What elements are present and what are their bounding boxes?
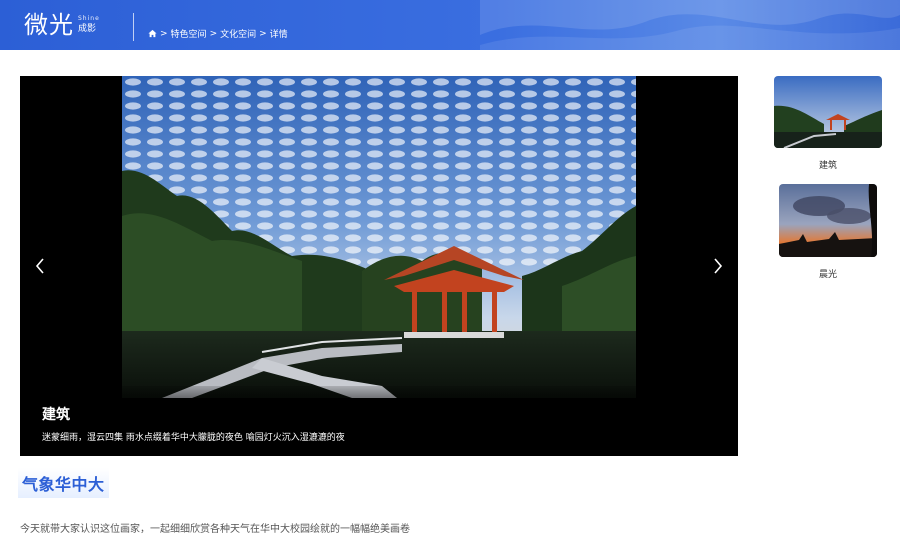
breadcrumb-item-featured-space[interactable]: 特色空间	[171, 27, 207, 40]
site-header: 微光 Shine 成影 > 特色空间 > 文化空间 > 详情	[0, 0, 900, 50]
slide-description: 迷蒙细雨，湿云四集 雨水点缀着华中大朦胧的夜色 喻园灯火沉入湿漉漉的夜	[42, 433, 345, 443]
section-intro: 今天就带大家认识这位画家，一起细细欣赏各种天气在华中大校园绘就的一幅幅绝美画卷	[20, 524, 410, 535]
slide-photo-architecture	[122, 76, 636, 398]
breadcrumb-item-culture-space[interactable]: 文化空间	[220, 27, 256, 40]
header-wave-decoration	[480, 0, 900, 50]
breadcrumb: > 特色空间 > 文化空间 > 详情	[148, 27, 288, 40]
thumbnail-architecture[interactable]	[774, 76, 882, 148]
logo-side: Shine 成影	[78, 16, 100, 34]
breadcrumb-separator: >	[160, 28, 168, 39]
thumbnail-morning-light[interactable]	[779, 184, 877, 257]
header-divider	[133, 13, 134, 41]
site-logo[interactable]: 微光 Shine 成影	[24, 8, 100, 42]
chevron-left-icon[interactable]	[32, 254, 48, 278]
logo-main-text: 微光	[24, 11, 74, 39]
home-icon[interactable]	[148, 29, 157, 38]
chevron-right-icon[interactable]	[710, 254, 726, 278]
slide-title: 建筑	[42, 407, 70, 423]
section-title: 气象华中大	[18, 468, 109, 498]
breadcrumb-separator: >	[209, 28, 218, 39]
breadcrumb-item-detail: 详情	[269, 30, 288, 40]
caption-overlay	[20, 386, 738, 456]
thumbnail-label-architecture[interactable]: 建筑	[774, 158, 882, 171]
image-slider[interactable]: 建筑 迷蒙细雨，湿云四集 雨水点缀着华中大朦胧的夜色 喻园灯火沉入湿漉漉的夜	[20, 76, 738, 456]
breadcrumb-separator: >	[259, 28, 267, 39]
logo-cn-text: 成影	[78, 24, 97, 34]
logo-en-text: Shine	[78, 15, 100, 22]
thumbnail-label-morning-light[interactable]: 晨光	[774, 267, 882, 280]
